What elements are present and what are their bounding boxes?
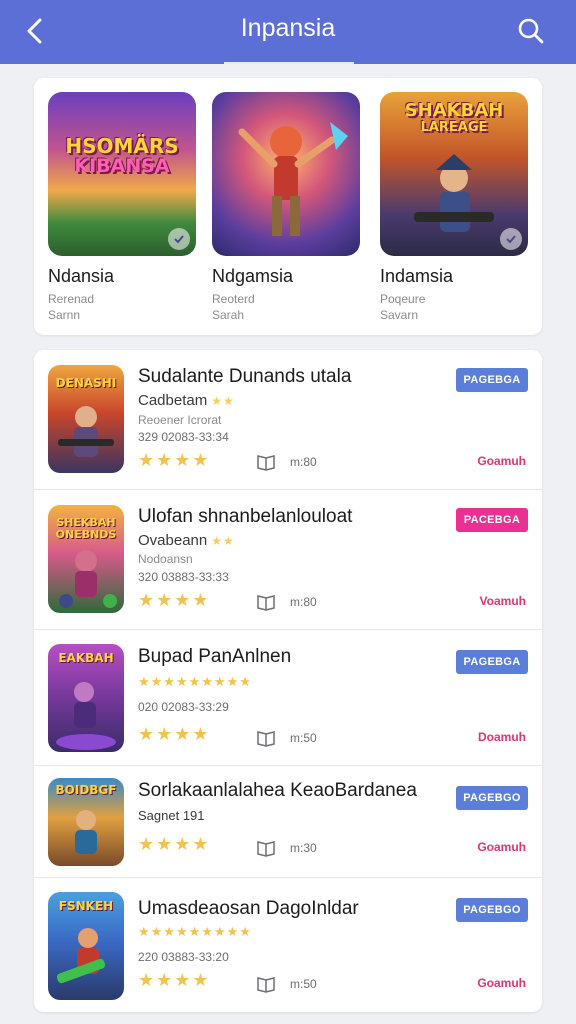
- featured-app-meta-2: Savarn: [380, 308, 419, 322]
- subtitle-rating: ★★: [211, 534, 235, 548]
- list-item[interactable]: DENASHI Sudalante Dunands utala Cadbetam…: [34, 350, 542, 490]
- app-date: 220 03883-33:20: [138, 950, 229, 964]
- rating-stars: ★★★★: [138, 590, 211, 610]
- app-subtitle: Cadbetam ★★: [138, 392, 235, 409]
- list-item[interactable]: EAKBAH Bupad PanAnlnen ★★★★★★★★★ 020 020…: [34, 630, 542, 766]
- get-button[interactable]: PAGEBGA: [456, 368, 528, 392]
- app-developer: Reoener Icrorat: [138, 413, 222, 427]
- rating-stars: ★★★★: [138, 970, 211, 990]
- featured-app-meta-1: Reoterd: [212, 292, 255, 306]
- list-item[interactable]: FSNKEH Umasdeaosan DagoInldar ★★★★★★★★★ …: [34, 878, 542, 1012]
- app-list: DENASHI Sudalante Dunands utala Cadbetam…: [34, 350, 542, 1012]
- app-subtitle: Ovabeann ★★: [138, 532, 235, 549]
- character-illustration: [59, 550, 117, 608]
- app-size: m:80: [290, 455, 317, 469]
- subtitle-rating: ★★★★★★★★★: [138, 674, 252, 689]
- page-title: Inpansia: [240, 14, 336, 42]
- featured-app-3[interactable]: SHAKBAH LAREAGE Indamsia Poqeure Savarn: [380, 92, 528, 323]
- active-tab-indicator: [224, 62, 354, 64]
- app-date: 020 02083-33:29: [138, 700, 229, 714]
- app-title: Bupad PanAnlnen: [138, 646, 292, 667]
- app-title: Sudalante Dunands utala: [138, 366, 352, 387]
- app-developer: Nodoansn: [138, 552, 193, 566]
- more-link[interactable]: Goamuh: [477, 976, 526, 990]
- book-icon[interactable]: [256, 975, 276, 993]
- featured-app-meta-2: Sarah: [212, 308, 245, 322]
- list-item[interactable]: BOIDBGF Sorlakaanlalahea KeaoBardanea Sa…: [34, 766, 542, 878]
- list-item[interactable]: SHEKBAH ONEBNDS Ulofan shnanbelanlouloat…: [34, 490, 542, 630]
- app-icon[interactable]: FSNKEH: [48, 892, 124, 1000]
- more-link[interactable]: Goamuh: [477, 454, 526, 468]
- app-title: Ulofan shnanbelanlouloat: [138, 506, 353, 527]
- more-link[interactable]: Doamuh: [478, 730, 526, 744]
- subtitle-rating: ★★: [211, 394, 235, 408]
- book-icon[interactable]: [256, 453, 276, 471]
- app-size: m:50: [290, 731, 317, 745]
- app-icon[interactable]: DENASHI: [48, 365, 124, 473]
- app-subtitle: Sagnet 191: [138, 808, 205, 823]
- app-size: m:80: [290, 595, 317, 609]
- rating-stars: ★★★★: [138, 450, 211, 470]
- featured-app-name: Ndansia: [48, 266, 115, 286]
- app-subtitle-text: Cadbetam: [138, 392, 208, 409]
- featured-app-art: [212, 92, 360, 256]
- app-header: Inpansia: [0, 0, 576, 64]
- get-button[interactable]: PACEBGA: [456, 508, 528, 532]
- app-icon[interactable]: SHEKBAH ONEBNDS: [48, 505, 124, 613]
- character-illustration: [58, 406, 114, 457]
- app-size: m:50: [290, 977, 317, 991]
- app-date: 320 03883-33:33: [138, 570, 229, 584]
- character-illustration: [75, 810, 97, 854]
- app-icon[interactable]: EAKBAH: [48, 644, 124, 752]
- more-link[interactable]: Goamuh: [477, 840, 526, 854]
- get-button[interactable]: PAGEBGA: [456, 650, 528, 674]
- app-title: Umasdeaosan DagoInldar: [138, 898, 359, 919]
- get-button[interactable]: PAGEBGO: [456, 786, 528, 810]
- featured-app-1[interactable]: HSOMÄRS KIBANSA Ndansia Rerenad Sarnn: [48, 92, 196, 323]
- featured-app-art: HSOMÄRS KIBANSA: [48, 92, 196, 256]
- app-date: 329 02083-33:34: [138, 430, 229, 444]
- app-icon[interactable]: BOIDBGF: [48, 778, 124, 866]
- rating-stars: ★★★★: [138, 834, 211, 854]
- book-icon[interactable]: [256, 729, 276, 747]
- subtitle-rating: ★★★★★★★★★: [138, 924, 252, 939]
- featured-app-name: Indamsia: [380, 266, 454, 286]
- more-link[interactable]: Voamuh: [480, 594, 526, 608]
- character-illustration: [56, 928, 106, 984]
- featured-art-title: HSOMÄRS KIBANSA: [65, 134, 179, 177]
- character-illustration: [56, 682, 116, 750]
- app-title: Sorlakaanlalahea KeaoBardanea: [138, 780, 417, 801]
- featured-app-name: Ndgamsia: [212, 266, 294, 286]
- hero-illustration: [238, 122, 348, 236]
- rating-stars: ★★★★: [138, 724, 211, 744]
- verified-icon: [500, 228, 522, 250]
- featured-app-meta-1: Rerenad: [48, 292, 95, 306]
- featured-app-meta-1: Poqeure: [380, 292, 426, 306]
- featured-app-meta-2: Sarnn: [48, 308, 81, 322]
- book-icon[interactable]: [256, 839, 276, 857]
- featured-app-art: SHAKBAH LAREAGE: [380, 92, 528, 256]
- app-subtitle-text: Ovabeann: [138, 532, 208, 549]
- book-icon[interactable]: [256, 593, 276, 611]
- verified-icon: [168, 228, 190, 250]
- get-button[interactable]: PAGEBGO: [456, 898, 528, 922]
- featured-section: HSOMÄRS KIBANSA Ndansia Rerenad Sarnn Nd…: [34, 78, 542, 335]
- app-size: m:30: [290, 841, 317, 855]
- search-icon[interactable]: [516, 16, 546, 46]
- featured-app-2[interactable]: Ndgamsia Reoterd Sarah: [212, 92, 360, 323]
